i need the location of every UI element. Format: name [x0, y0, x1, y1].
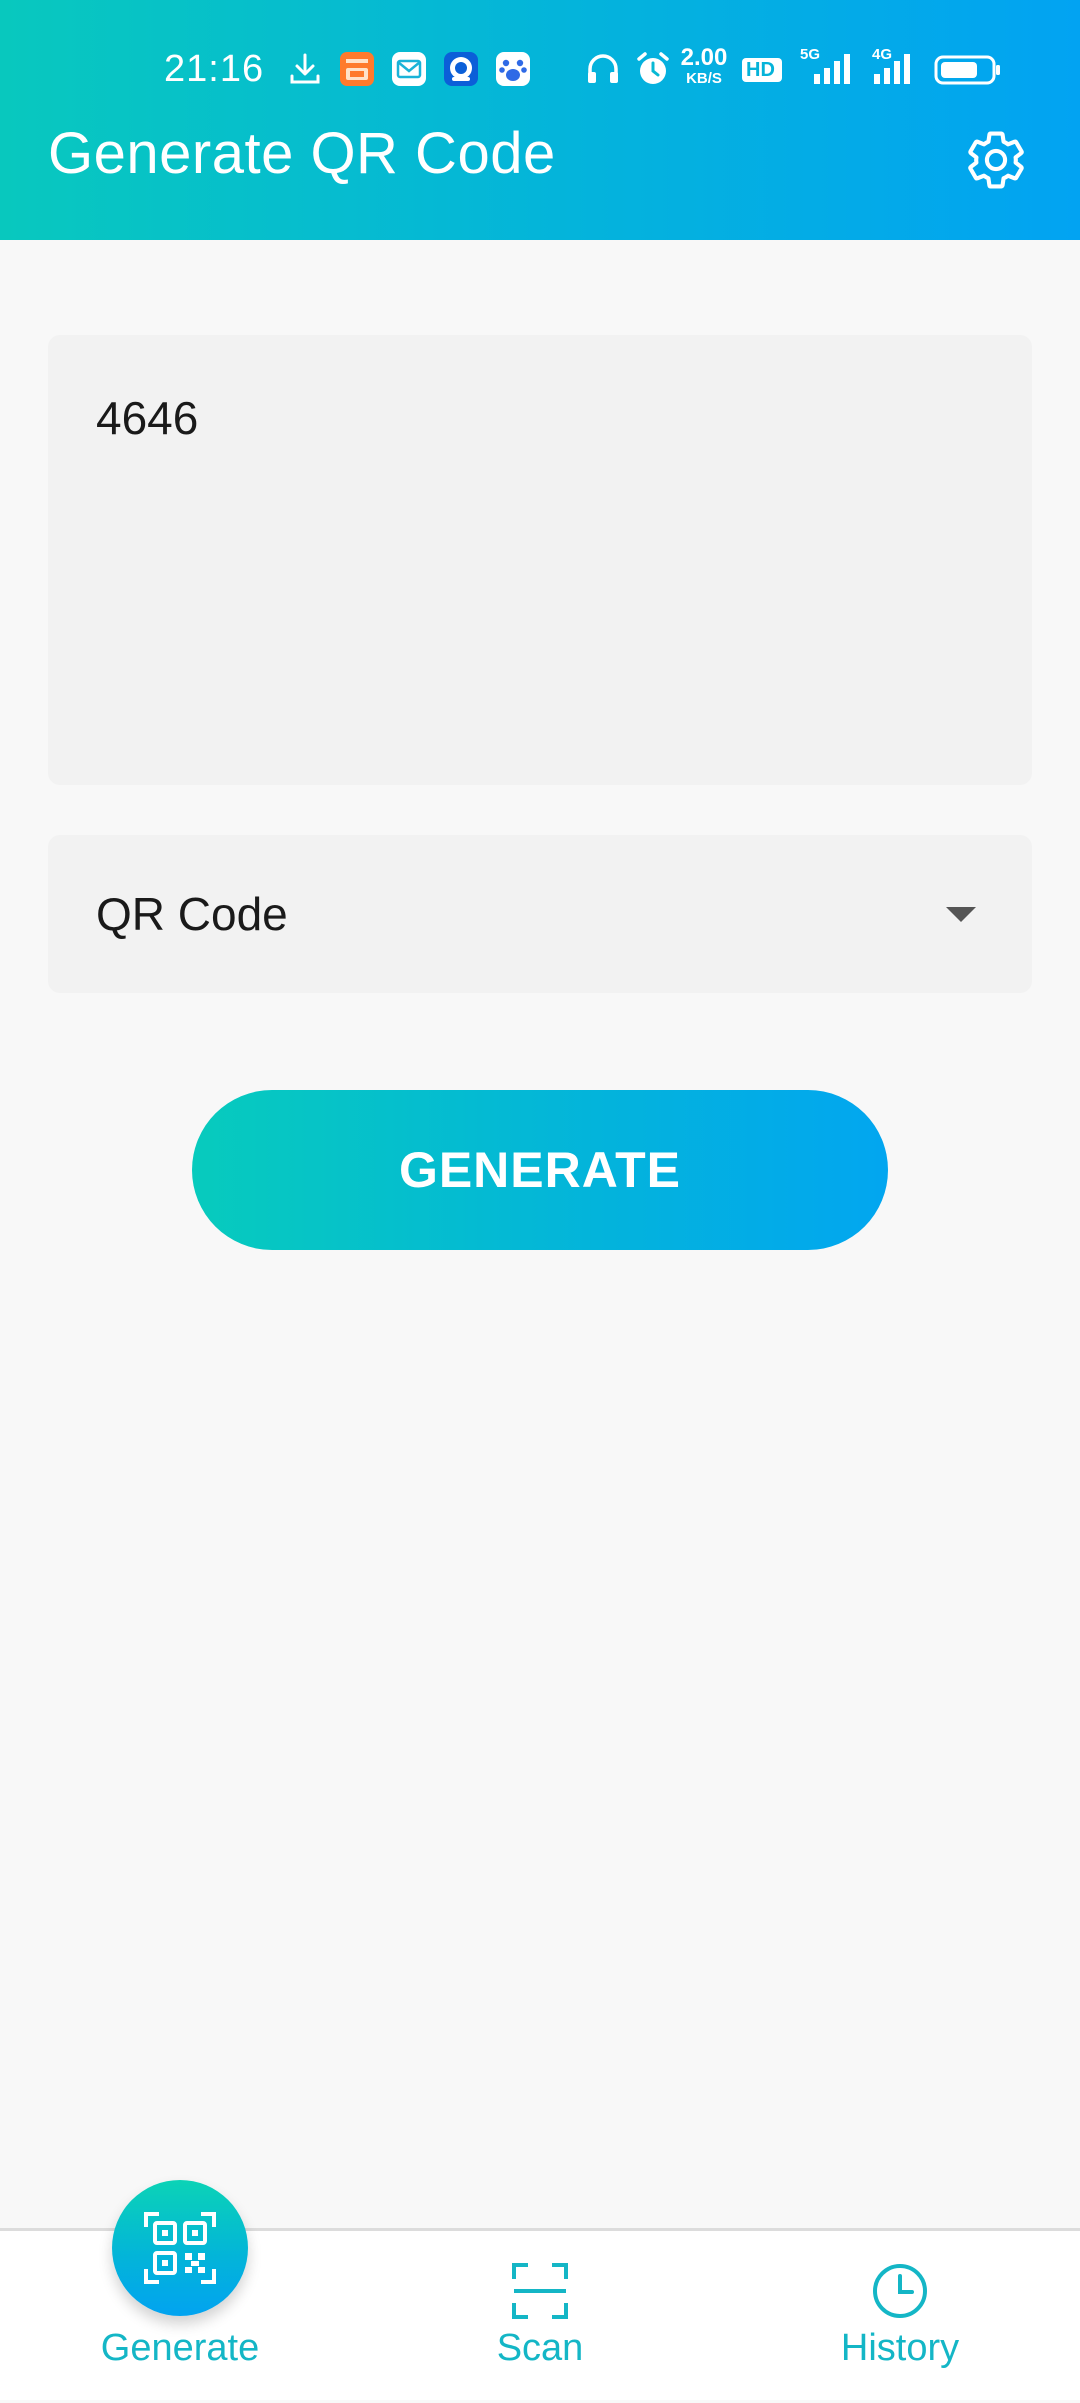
- generate-button[interactable]: GENERATE: [192, 1090, 888, 1250]
- net-speed-value: 2.00: [680, 44, 728, 71]
- mail-icon: [392, 52, 426, 86]
- settings-button[interactable]: [960, 124, 1032, 196]
- nav-label-history: History: [840, 2327, 960, 2369]
- content-text-field[interactable]: 4646: [48, 335, 1032, 785]
- download-icon: [290, 53, 320, 84]
- net-speed-unit: KB/S: [686, 70, 722, 87]
- nav-item-scan[interactable]: Scan: [390, 2231, 690, 2403]
- headphones-icon: [588, 54, 618, 83]
- status-bar: 21:16 2.00 KB/S HD 5G 4G: [0, 40, 1080, 102]
- dropdown-arrow-icon: [946, 906, 976, 922]
- nav-label-scan: Scan: [496, 2327, 584, 2369]
- clock-icon: [860, 2259, 940, 2323]
- page-title: Generate QR Code: [48, 121, 556, 186]
- alarm-icon: [637, 52, 669, 84]
- hd-label: HD: [746, 59, 775, 81]
- signal-4g-icon: [874, 54, 910, 84]
- app-header: 21:16 2.00 KB/S HD 5G 4G Generate QR Cod…: [0, 0, 1080, 240]
- paw-app-icon: [496, 52, 530, 86]
- scan-frame-icon: [500, 2259, 580, 2323]
- app-notification-icon: [444, 52, 478, 86]
- generate-nav-fab[interactable]: [112, 2180, 248, 2316]
- signal-5g-icon: [814, 54, 850, 84]
- content-text-value[interactable]: 4646: [96, 391, 984, 445]
- gear-icon: [968, 131, 1024, 189]
- code-type-selected-value: QR Code: [96, 888, 288, 940]
- nav-item-history[interactable]: History: [750, 2231, 1050, 2403]
- code-type-dropdown[interactable]: QR Code: [48, 835, 1032, 993]
- net-speed-indicator: 2.00 KB/S: [674, 44, 734, 87]
- qr-code-icon: [144, 2212, 216, 2284]
- app-notification-icon: [340, 52, 374, 86]
- battery-icon: [934, 55, 1000, 85]
- status-time: 21:16: [164, 48, 265, 90]
- nav-label-generate: Generate: [100, 2327, 260, 2369]
